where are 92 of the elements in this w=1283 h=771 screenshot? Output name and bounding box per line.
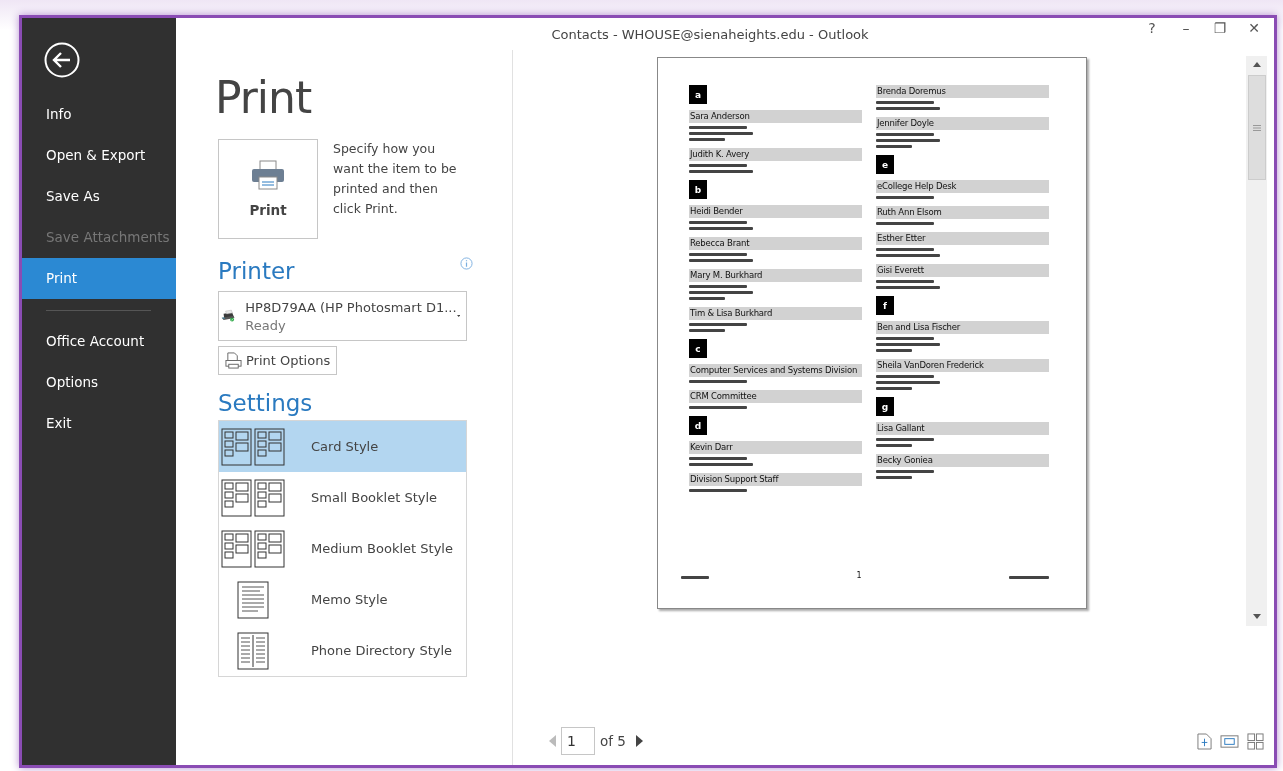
page-number-field[interactable]: 1 (561, 727, 595, 755)
detail-line (876, 133, 934, 136)
back-icon[interactable] (44, 42, 80, 78)
window-control[interactable]: – (1172, 20, 1200, 36)
detail-line (876, 375, 934, 378)
footer-page-number: 1 (856, 571, 862, 580)
window-control[interactable]: ? (1138, 20, 1166, 36)
card-layout-icon (221, 427, 285, 466)
contact-name: eCollege Help Desk (876, 180, 1049, 193)
detail-line (876, 280, 934, 283)
detail-line (689, 380, 747, 383)
detail-line (876, 196, 934, 199)
contact-name: Ruth Ann Elsom (876, 206, 1049, 219)
detail-line (689, 489, 747, 492)
sidebar-item[interactable]: Print (22, 258, 176, 299)
sidebar-item[interactable]: Exit (22, 403, 176, 444)
scroll-down-icon[interactable] (1252, 614, 1261, 619)
multiple-pages-icon[interactable] (1247, 732, 1264, 750)
card-layout-icon (221, 478, 285, 517)
detail-line (876, 101, 934, 104)
detail-line (689, 323, 747, 326)
detail-line (876, 248, 934, 251)
print-button[interactable]: Print (218, 139, 318, 239)
footer-line (1009, 575, 1049, 579)
sidebar-item[interactable]: Options (22, 362, 176, 403)
printer-heading: Printer (218, 257, 295, 285)
contact-name: Esther Etter (876, 232, 1049, 245)
letter-header: e (876, 155, 894, 174)
detail-line (689, 126, 747, 129)
contact-name: Ben and Lisa Fischer (876, 321, 1049, 334)
detail-line (689, 406, 747, 409)
print-style-option[interactable]: Medium Booklet Style (219, 523, 466, 574)
contact-name: Brenda Doremus (876, 85, 1049, 98)
sidebar-item[interactable]: Open & Export (22, 135, 176, 176)
sidebar-item[interactable]: Office Account (22, 321, 176, 362)
printer-dropdown[interactable]: HP8D79AA (HP Photosmart D1... Ready (218, 291, 467, 341)
printer-name: HP8D79AA (HP Photosmart D1... (245, 299, 457, 315)
contact-name: Kevin Darr (689, 441, 862, 454)
detail-line (689, 164, 747, 167)
detail-line (876, 470, 934, 473)
sidebar-item[interactable]: Save As (22, 176, 176, 217)
detail-line (689, 285, 747, 288)
contact-name: Gisi Everett (876, 264, 1049, 277)
contact-name: Heidi Bender (689, 205, 862, 218)
print-style-option[interactable]: Phone Directory Style (219, 625, 466, 676)
window-title: Contacts - WHOUSE@sienaheights.edu - Outlook (551, 26, 869, 42)
detail-line (689, 253, 747, 256)
letter-header: b (689, 180, 707, 199)
printer-icon (225, 352, 242, 369)
print-style-option[interactable]: Memo Style (219, 574, 466, 625)
contact-name: Lisa Gallant (876, 422, 1049, 435)
window-control[interactable]: ✕ (1240, 20, 1268, 36)
print-style-option[interactable]: Card Style (219, 421, 466, 472)
letter-header: g (876, 397, 894, 416)
settings-heading: Settings (218, 389, 314, 417)
letter-header: d (689, 416, 707, 435)
contact-name: Jennifer Doyle (876, 117, 1049, 130)
printer-icon (251, 160, 285, 190)
contact-name: Sara Anderson (689, 110, 862, 123)
letter-header: c (689, 339, 707, 358)
print-description: Specify how you want the item to be printed and then click Print. (333, 140, 458, 218)
actual-size-icon[interactable] (1197, 732, 1212, 750)
contact-name: Sheila VanDoren Frederick (876, 359, 1049, 372)
detail-line (876, 222, 934, 225)
contact-name: Judith K. Avery (689, 148, 862, 161)
scrollbar[interactable] (1246, 56, 1267, 626)
footer-line (681, 575, 709, 579)
detail-line (689, 457, 747, 460)
page-count: of 5 (600, 733, 626, 749)
letter-header: a (689, 85, 707, 104)
window-control[interactable]: ❐ (1206, 20, 1234, 36)
scrollbar-thumb[interactable] (1247, 75, 1266, 180)
contact-name: Becky Goniea (876, 454, 1049, 467)
detail-line (876, 337, 934, 340)
contact-name: Rebecca Brant (689, 237, 862, 250)
scroll-up-icon[interactable] (1252, 62, 1261, 67)
detail-line (876, 438, 934, 441)
contact-name: Tim & Lisa Burkhard (689, 307, 862, 320)
sidebar-item[interactable]: Info (22, 94, 176, 135)
contact-name: CRM Committee (689, 390, 862, 403)
letter-header: f (876, 296, 894, 315)
card-layout-icon (221, 529, 285, 568)
printer-status: Ready (245, 317, 287, 333)
next-page-icon[interactable] (635, 735, 643, 747)
detail-line (689, 221, 747, 224)
contact-name: Division Support Staff (689, 473, 862, 486)
contact-name: Mary M. Burkhard (689, 269, 862, 282)
print-style-option[interactable]: Small Booklet Style (219, 472, 466, 523)
contact-name: Computer Services and Systems Division (689, 364, 862, 377)
print-options-button[interactable]: Print Options (218, 346, 338, 375)
fit-page-icon[interactable] (1220, 732, 1239, 750)
page-heading: Print (215, 72, 313, 123)
